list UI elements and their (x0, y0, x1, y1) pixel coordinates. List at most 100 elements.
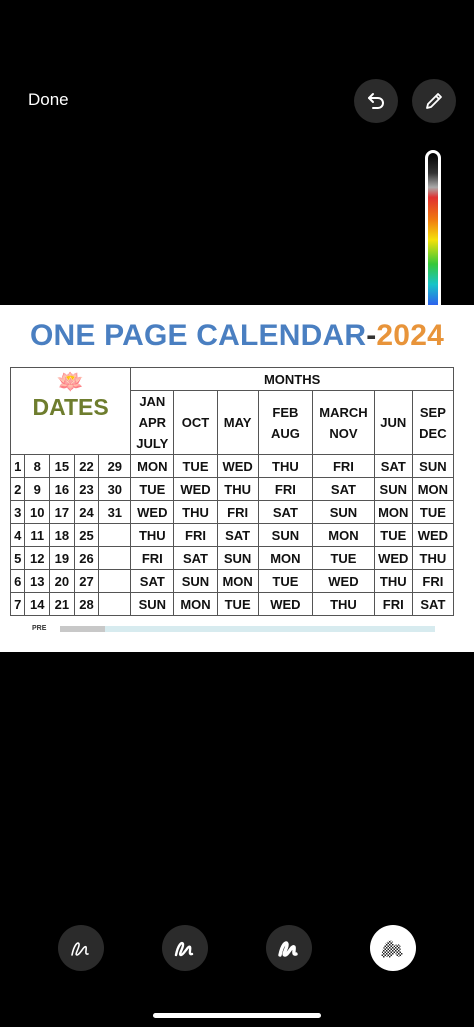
weekday-cell: SAT (173, 546, 218, 570)
weekday-cell: SUN (373, 477, 413, 501)
weekday-cell: TUE (411, 500, 455, 524)
calendar-table: 🪷 DATES MONTHS JAN APR JULY OCT MAY FEB AUG MAR… (9, 367, 455, 616)
weekday-cell: TUE (216, 592, 259, 616)
date-cell (98, 569, 132, 593)
footer-text: PRE (32, 625, 47, 632)
weekday-cell: FRI (312, 454, 375, 478)
month-group-header: OCT (173, 390, 218, 455)
weekday-cell: WED (257, 592, 314, 616)
weekday-cell: SAT (373, 454, 413, 478)
calendar-row: 3 10 17 24 31 WED THU FRI SAT SUN MON TUE (9, 500, 455, 524)
pen-button[interactable] (412, 79, 456, 123)
date-cell: 4 (9, 523, 26, 547)
weekday-cell: TUE (257, 569, 314, 593)
weekday-cell: TUE (312, 546, 375, 570)
date-cell: 26 (73, 546, 100, 570)
calendar-row: 2 9 16 23 30 TUE WED THU FRI SAT SUN MON (9, 477, 455, 501)
weekday-cell: SAT (411, 592, 455, 616)
weekday-cell: SAT (312, 477, 375, 501)
calendar-row: 1 8 15 22 29 MON TUE WED THU FRI SAT SUN (9, 454, 455, 478)
month-name: FEB (272, 404, 299, 420)
weekday-cell: SUN (173, 569, 218, 593)
undo-icon (368, 93, 384, 109)
month-name: AUG (270, 425, 300, 441)
date-cell: 28 (73, 592, 100, 616)
month-name: DEC (419, 425, 447, 441)
date-cell: 29 (98, 454, 132, 478)
date-cell: 15 (49, 454, 75, 478)
dates-label: DATES (32, 394, 109, 420)
weekday-cell: FRI (130, 546, 175, 570)
weekday-cell: FRI (173, 523, 218, 547)
date-cell: 23 (73, 477, 100, 501)
weekday-cell: WED (411, 523, 455, 547)
date-cell (98, 523, 132, 547)
date-cell: 24 (73, 500, 100, 524)
month-name: APR (138, 415, 167, 430)
weekday-cell: MON (373, 500, 413, 524)
weekday-cell: MON (257, 546, 314, 570)
date-cell: 27 (73, 569, 100, 593)
calendar-row: 7 14 21 28 SUN MON TUE WED THU FRI SAT (9, 592, 455, 616)
date-cell: 7 (9, 592, 26, 616)
eraser-tool-button[interactable] (370, 925, 416, 971)
undo-button[interactable] (354, 79, 398, 123)
month-group-header: JAN APR JULY (130, 390, 175, 455)
weekday-cell: THU (216, 477, 259, 501)
month-name: JAN (139, 394, 166, 409)
weekday-cell: SAT (257, 500, 314, 524)
weekday-cell: MON (312, 523, 375, 547)
pencil-tool-button[interactable] (266, 925, 312, 971)
weekday-cell: THU (411, 546, 455, 570)
date-cell: 1 (9, 454, 26, 478)
weekday-cell: TUE (373, 523, 413, 547)
done-button[interactable]: Done (28, 90, 69, 110)
weekday-cell: THU (373, 569, 413, 593)
month-name: JULY (136, 436, 169, 451)
weekday-cell: SUN (216, 546, 259, 570)
date-cell: 17 (49, 500, 75, 524)
month-name: OCT (181, 415, 210, 430)
weekday-cell: MON (130, 454, 175, 478)
weekday-cell: MON (173, 592, 218, 616)
weekday-cell: WED (130, 500, 175, 524)
title-dash: - (366, 319, 377, 352)
month-group-header: SEP DEC (411, 390, 455, 455)
calendar-row: 4 11 18 25 THU FRI SAT SUN MON TUE WED (9, 523, 455, 547)
date-cell (98, 546, 132, 570)
weekday-cell: WED (173, 477, 218, 501)
date-cell: 16 (49, 477, 75, 501)
title-main: ONE PAGE CALENDAR (30, 319, 367, 352)
marker-tool-button[interactable] (162, 925, 208, 971)
lotus-icon: 🪷 (56, 369, 85, 394)
pen-tool-icon (71, 942, 89, 956)
calendar-row: 5 12 19 26 FRI SAT SUN MON TUE WED THU (9, 546, 455, 570)
weekday-cell: WED (216, 454, 259, 478)
weekday-cell: TUE (130, 477, 175, 501)
weekday-cell: SUN (312, 500, 375, 524)
month-group-header: MARCH NOV (312, 390, 375, 455)
pencil-tool-icon (278, 941, 298, 957)
date-cell: 21 (49, 592, 75, 616)
date-cell: 10 (24, 500, 51, 524)
date-cell: 22 (73, 454, 100, 478)
date-cell: 6 (9, 569, 26, 593)
date-cell: 19 (49, 546, 75, 570)
date-cell (98, 592, 132, 616)
weekday-cell: WED (312, 569, 375, 593)
calendar-title: ONE PAGE CALENDAR-2024 (0, 319, 474, 353)
pen-tool-button[interactable] (58, 925, 104, 971)
marker-tool-icon (174, 941, 194, 957)
calendar-row: 6 13 20 27 SAT SUN MON TUE WED THU FRI (9, 569, 455, 593)
date-cell: 12 (24, 546, 51, 570)
month-group-header: JUN (373, 390, 413, 455)
date-cell: 31 (98, 500, 132, 524)
weekday-cell: SAT (130, 569, 175, 593)
weekday-cell: THU (257, 454, 314, 478)
date-cell: 30 (98, 477, 132, 501)
title-year: 2024 (376, 319, 444, 352)
weekday-cell: FRI (216, 500, 259, 524)
month-name: SEP (419, 404, 446, 420)
date-cell: 8 (24, 454, 51, 478)
dates-header: 🪷 DATES (9, 367, 132, 455)
